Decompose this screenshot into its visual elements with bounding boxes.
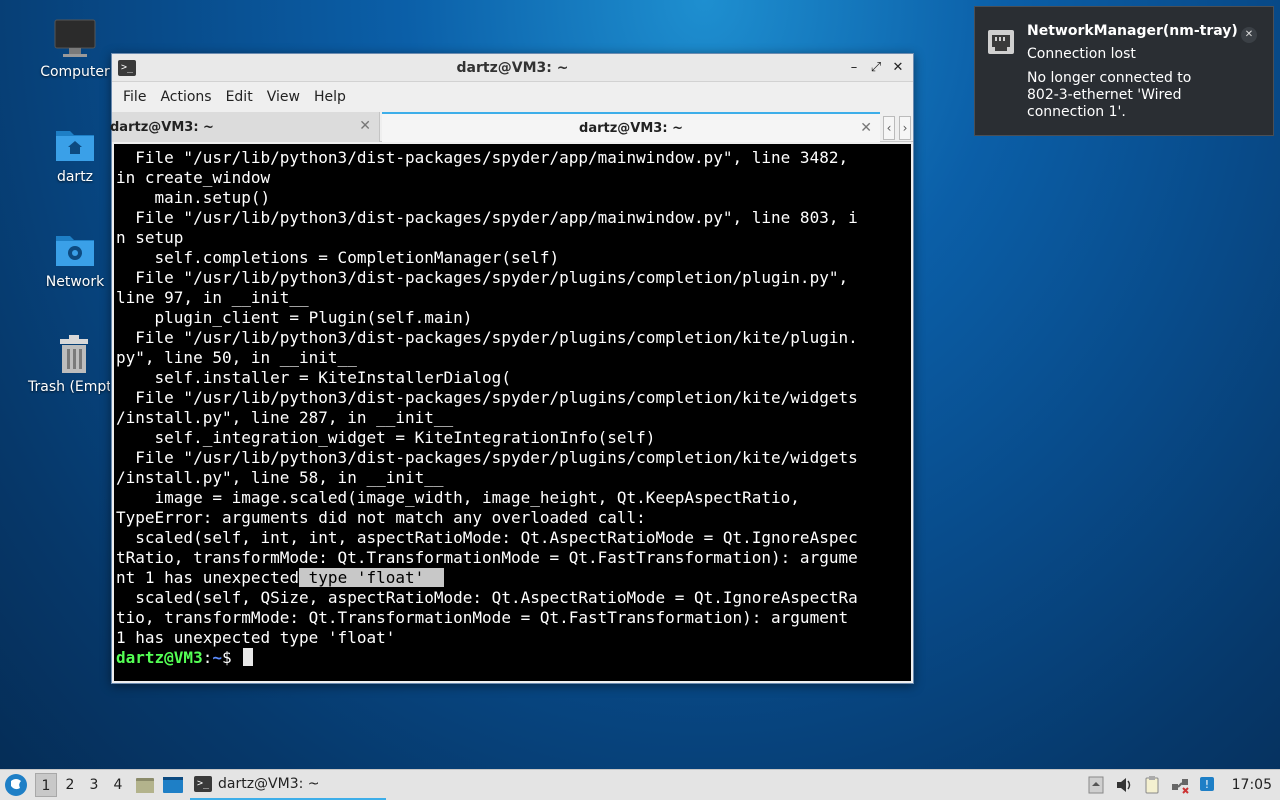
- terminal-line: in create_window: [116, 168, 271, 187]
- svg-text:!: !: [1204, 778, 1208, 791]
- desktop-icon-label: dartz: [56, 169, 94, 185]
- minimize-button[interactable]: –: [845, 59, 863, 77]
- terminal-line: self.completions = CompletionManager(sel…: [116, 248, 560, 267]
- terminal-prompt-line[interactable]: dartz@VM3:~$: [116, 648, 911, 668]
- notification-body: No longer connected to 802-3-ethernet 'W…: [1027, 70, 1192, 120]
- desktop-icon-label: Computer: [40, 64, 110, 80]
- terminal-text: nt 1 has unexpected: [116, 568, 300, 587]
- notification-app-name: NetworkManager(nm-tray): [1027, 23, 1238, 39]
- window-title: dartz@VM3: ~: [456, 59, 569, 76]
- terminal-line: self.installer = KiteInstallerDialog(: [116, 368, 511, 387]
- network-wired-icon: [988, 30, 1014, 54]
- text-selection: type 'float': [299, 568, 444, 587]
- tab-scroll-left-icon[interactable]: ‹: [883, 116, 895, 140]
- workspace-4[interactable]: 4: [107, 773, 129, 797]
- terminal-line: plugin_client = Plugin(self.main): [116, 308, 473, 327]
- terminal-line: line 97, in __init__: [116, 288, 309, 307]
- desktop-icon-label: Network: [45, 274, 105, 290]
- terminal-line: self._integration_widget = KiteIntegrati…: [116, 428, 656, 447]
- tab-bar: dartz@VM3: ~ ✕ dartz@VM3: ~ ✕ ‹ ›: [110, 112, 913, 142]
- taskbar-task-terminal[interactable]: >_ dartz@VM3: ~: [190, 770, 386, 800]
- network-tray-icon[interactable]: [1170, 775, 1190, 795]
- tab-label: dartz@VM3: ~: [579, 120, 683, 136]
- menu-help[interactable]: Help: [307, 85, 353, 109]
- terminal-line: File "/usr/lib/python3/dist-packages/spy…: [116, 208, 858, 227]
- trash-icon: [60, 335, 88, 373]
- clock[interactable]: 17:05: [1232, 777, 1272, 793]
- close-button[interactable]: ✕: [889, 59, 907, 77]
- menu-edit[interactable]: Edit: [219, 85, 260, 109]
- menu-bar: File Actions Edit View Help: [112, 82, 913, 112]
- tab-label: dartz@VM3: ~: [110, 119, 214, 135]
- terminal-line: File "/usr/lib/python3/dist-packages/spy…: [116, 388, 858, 407]
- tab-close-icon[interactable]: ✕: [860, 120, 872, 136]
- tab-close-icon[interactable]: ✕: [359, 118, 371, 134]
- terminal-window[interactable]: >_ dartz@VM3: ~ – ⤢ ✕ File Actions Edit …: [110, 53, 914, 684]
- clipboard-icon[interactable]: [1142, 775, 1162, 795]
- maximize-button[interactable]: ⤢: [867, 59, 885, 77]
- desktop-icon-network[interactable]: Network: [29, 228, 121, 290]
- menu-file[interactable]: File: [116, 85, 153, 109]
- start-menu-icon[interactable]: [3, 772, 29, 798]
- workspace-3[interactable]: 3: [83, 773, 105, 797]
- show-desktop-icon[interactable]: [161, 773, 185, 797]
- system-tray: ! 17:05: [1086, 770, 1280, 800]
- terminal-output[interactable]: File "/usr/lib/python3/dist-packages/spy…: [114, 144, 911, 681]
- network-folder-icon: [56, 236, 94, 266]
- prompt-separator: :: [202, 648, 213, 667]
- notification-popup[interactable]: NetworkManager(nm-tray) Connection lost …: [974, 6, 1274, 136]
- desktop-icon-home[interactable]: dartz: [29, 123, 121, 185]
- desktop-icon-label: Trash (Empty): [28, 379, 110, 395]
- taskbar: 1 2 3 4 >_ dartz@VM3: ~ ! 17:05: [0, 769, 1280, 800]
- tab-terminal-1[interactable]: dartz@VM3: ~ ✕: [110, 112, 380, 142]
- file-manager-icon[interactable]: [133, 773, 157, 797]
- terminal-line: /install.py", line 58, in __init__: [116, 468, 444, 487]
- tab-scroll-right-icon[interactable]: ›: [899, 116, 911, 140]
- update-notifier-icon[interactable]: !: [1198, 775, 1218, 795]
- terminal-line-selected: nt 1 has unexpected type 'float': [116, 568, 911, 588]
- desktop-icon-computer[interactable]: Computer: [29, 18, 121, 80]
- prompt-path: ~: [212, 648, 222, 667]
- task-label: dartz@VM3: ~: [218, 776, 320, 792]
- notification-close-button[interactable]: ✕: [1241, 27, 1257, 43]
- window-titlebar[interactable]: >_ dartz@VM3: ~ – ⤢ ✕: [112, 54, 913, 82]
- workspace-2[interactable]: 2: [59, 773, 81, 797]
- terminal-line: py", line 50, in __init__: [116, 348, 357, 367]
- terminal-line: scaled(self, int, int, aspectRatioMode: …: [116, 528, 858, 547]
- menu-actions[interactable]: Actions: [153, 85, 218, 109]
- terminal-line: scaled(self, QSize, aspectRatioMode: Qt.…: [116, 588, 858, 607]
- tab-terminal-2[interactable]: dartz@VM3: ~ ✕: [382, 112, 880, 142]
- workspace-1[interactable]: 1: [35, 773, 57, 797]
- computer-icon: [54, 19, 96, 57]
- terminal-line: File "/usr/lib/python3/dist-packages/spy…: [116, 328, 858, 347]
- terminal-line: image = image.scaled(image_width, image_…: [116, 488, 800, 507]
- terminal-app-icon[interactable]: >_: [118, 59, 136, 76]
- desktop-icon-trash[interactable]: Trash (Empty): [24, 333, 110, 395]
- terminal-task-icon: >_: [194, 776, 212, 792]
- terminal-line: /install.py", line 287, in __init__: [116, 408, 454, 427]
- tray-expand-icon[interactable]: [1086, 775, 1106, 795]
- terminal-cursor: [243, 648, 254, 666]
- terminal-line: n setup: [116, 228, 184, 247]
- terminal-line: File "/usr/lib/python3/dist-packages/spy…: [116, 448, 858, 467]
- prompt-symbol: $: [221, 648, 242, 667]
- terminal-line: tRatio, transformMode: Qt.Transformation…: [116, 548, 858, 567]
- notification-summary: Connection lost: [1027, 46, 1136, 62]
- volume-icon[interactable]: [1114, 775, 1134, 795]
- menu-view[interactable]: View: [260, 85, 307, 109]
- prompt-user-host: dartz@VM3: [116, 648, 203, 667]
- terminal-line: 1 has unexpected type 'float': [116, 628, 396, 647]
- terminal-line: File "/usr/lib/python3/dist-packages/spy…: [116, 148, 849, 167]
- home-folder-icon: [56, 131, 94, 161]
- terminal-line: TypeError: arguments did not match any o…: [116, 508, 646, 527]
- terminal-line: tio, transformMode: Qt.TransformationMod…: [116, 608, 849, 627]
- terminal-line: main.setup(): [116, 188, 271, 207]
- terminal-line: File "/usr/lib/python3/dist-packages/spy…: [116, 268, 849, 287]
